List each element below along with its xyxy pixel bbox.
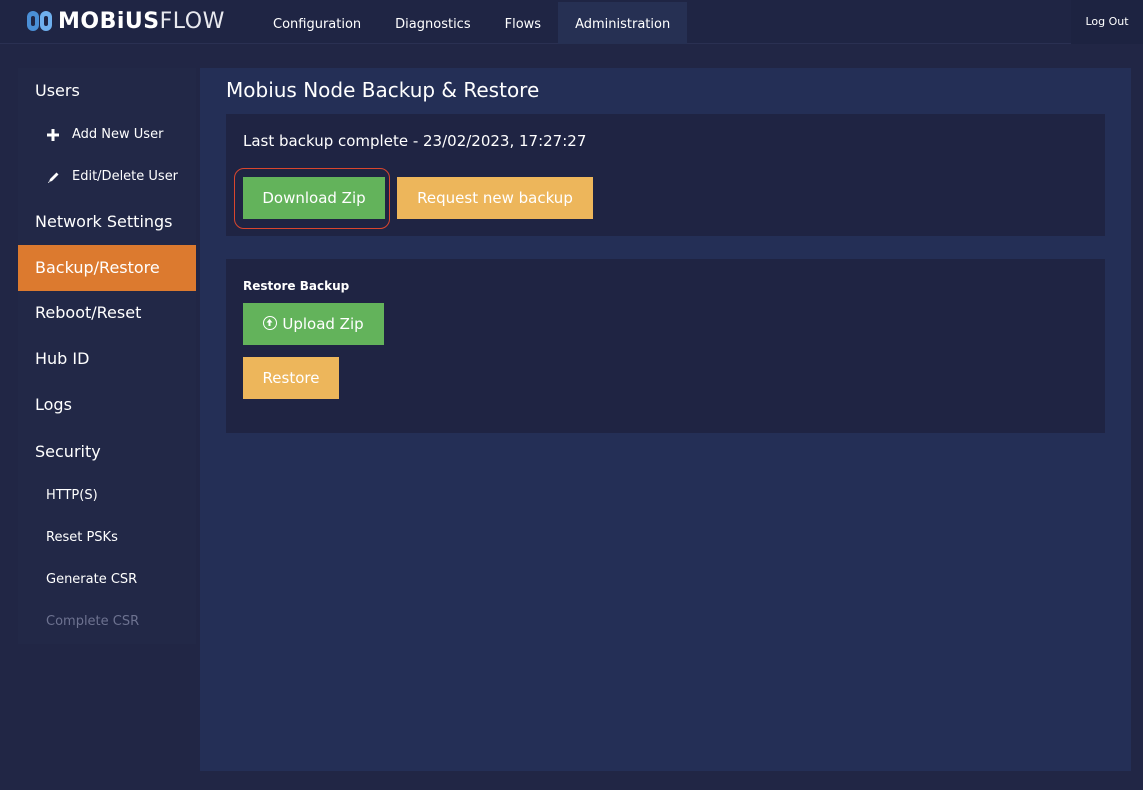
upload-zip-label: Upload Zip	[282, 315, 364, 333]
restore-backup-label: Restore Backup	[243, 279, 350, 293]
backup-panel: Last backup complete - 23/02/2023, 17:27…	[226, 114, 1105, 236]
sidebar-item-https[interactable]: HTTP(S)	[18, 475, 196, 517]
sidebar-item-logs[interactable]: Logs	[18, 382, 196, 428]
sidebar-item-reset-psks[interactable]: Reset PSKs	[18, 517, 196, 559]
upload-zip-button[interactable]: Upload Zip	[243, 303, 384, 345]
pencil-icon	[46, 156, 60, 198]
main-content: Mobius Node Backup & Restore Last backup…	[200, 68, 1131, 771]
sidebar-item-security[interactable]: Security	[18, 429, 196, 475]
nav-administration[interactable]: Administration	[558, 2, 688, 44]
nav-configuration[interactable]: Configuration	[256, 2, 378, 44]
sidebar-item-reboot-reset[interactable]: Reboot/Reset	[18, 290, 196, 336]
logo-text-thin: FLOW	[159, 8, 225, 34]
upload-arrow-icon	[263, 316, 278, 330]
sidebar-item-edit-delete-user[interactable]: Edit/Delete User	[18, 156, 196, 198]
mobius-logo-icon	[27, 11, 52, 31]
logo-text-bold: MOBiUS	[58, 8, 160, 34]
mobiusflow-logo[interactable]: MOBiUSFLOW	[26, 7, 225, 35]
download-zip-button[interactable]: Download Zip	[243, 177, 385, 219]
last-backup-status: Last backup complete - 23/02/2023, 17:27…	[243, 132, 587, 150]
main-nav: Configuration Diagnostics Flows Administ…	[256, 2, 688, 44]
sidebar: Users Add New User Edit/Delete User Netw…	[18, 68, 196, 644]
top-bar: MOBiUSFLOW Configuration Diagnostics Flo…	[0, 0, 1143, 44]
sidebar-item-users[interactable]: Users	[18, 68, 196, 114]
nav-diagnostics[interactable]: Diagnostics	[378, 2, 487, 44]
sidebar-item-add-new-user[interactable]: Add New User	[18, 114, 196, 156]
logout-button[interactable]: Log Out	[1071, 0, 1143, 44]
sidebar-item-label: Edit/Delete User	[72, 169, 179, 184]
sidebar-item-label: Add New User	[72, 127, 164, 142]
sidebar-item-backup-restore[interactable]: Backup/Restore	[18, 245, 196, 291]
restore-panel: Restore Backup Upload Zip Restore	[226, 259, 1105, 433]
sidebar-item-network-settings[interactable]: Network Settings	[18, 199, 196, 245]
sidebar-item-hub-id[interactable]: Hub ID	[18, 336, 196, 382]
page-title: Mobius Node Backup & Restore	[226, 78, 540, 102]
sidebar-item-complete-csr: Complete CSR	[46, 614, 140, 629]
request-new-backup-button[interactable]: Request new backup	[397, 177, 593, 219]
sidebar-item-generate-csr[interactable]: Generate CSR	[18, 559, 196, 601]
plus-icon	[46, 114, 60, 156]
restore-button[interactable]: Restore	[243, 357, 339, 399]
nav-flows[interactable]: Flows	[488, 2, 558, 44]
